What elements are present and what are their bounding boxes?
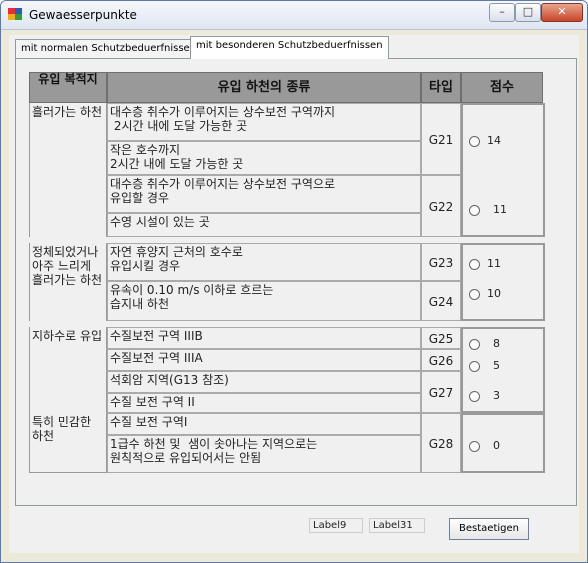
- tab-special[interactable]: mit besonderen Schutzbeduerfnissen: [190, 36, 389, 59]
- score-11b: 11: [487, 257, 501, 270]
- score-group-4: 0: [461, 413, 545, 473]
- radio-11b[interactable]: [469, 259, 480, 270]
- row-r4: 수영 시설이 있는 곳: [107, 213, 421, 237]
- radio-10[interactable]: [469, 289, 480, 300]
- code-g23: G23: [421, 243, 461, 281]
- score-8: 8: [493, 337, 500, 350]
- row-r1: 대수층 취수가 이루어지는 상수보전 구역까지 2시간 내에 도달 가능한 곳: [107, 103, 421, 141]
- score-14: 14: [487, 134, 501, 147]
- code-g28: G28: [421, 413, 461, 473]
- category-stagnant: 정체되었거나 아주 느리게 흘러가는 하천: [29, 243, 107, 321]
- score-group-2: 11 10: [461, 243, 545, 321]
- header-type: 유입 하천의 종류: [107, 72, 421, 103]
- confirm-button[interactable]: Bestaetigen: [449, 518, 529, 540]
- category-sensitive: 특히 민감한 하천: [29, 413, 107, 473]
- score-5: 5: [493, 359, 500, 372]
- row-r8: 수질보전 구역 IIIA: [107, 349, 421, 371]
- row-r5: 자연 휴양지 근처의 호수로 유입시킬 경우: [107, 243, 421, 281]
- code-g22: G22: [421, 175, 461, 237]
- score-group-3: 8 5 3: [461, 327, 545, 413]
- maximize-button[interactable]: □: [515, 3, 541, 22]
- score-0: 0: [493, 439, 500, 452]
- category-flowing: 흘러가는 하천: [29, 103, 107, 237]
- score-group-1: 14 11: [461, 103, 545, 237]
- tab-normal[interactable]: mit normalen Schutzbeduerfnissen: [15, 39, 203, 59]
- radio-11a[interactable]: [469, 205, 480, 216]
- row-r10: 수질 보전 구역 II: [107, 393, 421, 413]
- row-r12: 1급수 하천 및 샘이 솟아나는 지역으로는 원칙적으로 유입되어서는 안됨: [107, 435, 421, 473]
- radio-0[interactable]: [469, 441, 480, 452]
- category-groundwater: 지하수로 유입: [29, 327, 107, 413]
- row-r6: 유속이 0.10 m/s 이하로 흐르는 습지내 하천: [107, 281, 421, 321]
- score-table: 유입 복적지 유입 하천의 종류 타입 점수 흘러가는 하천 대수층 취수가 이…: [29, 72, 561, 473]
- code-g27: G27: [421, 371, 461, 413]
- score-3: 3: [493, 389, 500, 402]
- title-bar[interactable]: Gewaesserpunkte – □ ✕: [1, 1, 587, 30]
- label-31: Label31: [369, 518, 425, 533]
- header-score: 점수: [461, 72, 543, 103]
- main-window: Gewaesserpunkte – □ ✕ mit normalen Schut…: [0, 0, 588, 563]
- app-icon: [8, 8, 22, 20]
- row-r7: 수질보전 구역 IIIB: [107, 327, 421, 349]
- code-g26: G26: [421, 349, 461, 371]
- radio-14[interactable]: [469, 136, 480, 147]
- score-11a: 11: [493, 203, 507, 216]
- client-area: mit normalen Schutzbeduerfnissen mit bes…: [9, 35, 579, 553]
- radio-8[interactable]: [469, 339, 480, 350]
- minimize-button[interactable]: –: [489, 3, 515, 22]
- row-r2: 작은 호수까지 2시간 내에 도달 가능한 곳: [107, 141, 421, 175]
- label-9: Label9: [309, 518, 363, 533]
- header-source: 유입 복적지: [29, 72, 107, 103]
- row-r3: 대수층 취수가 이루어지는 상수보전 구역으로 유입할 경우: [107, 175, 421, 213]
- code-g24: G24: [421, 281, 461, 321]
- radio-5[interactable]: [469, 361, 480, 372]
- radio-3[interactable]: [469, 391, 480, 402]
- close-button[interactable]: ✕: [541, 3, 583, 22]
- code-g21: G21: [421, 103, 461, 175]
- code-g25: G25: [421, 327, 461, 349]
- header-code: 타입: [421, 72, 461, 103]
- window-title: Gewaesserpunkte: [29, 8, 137, 22]
- score-10: 10: [487, 287, 501, 300]
- row-r9: 석회암 지역(G13 참조): [107, 371, 421, 393]
- tab-panel: 유입 복적지 유입 하천의 종류 타입 점수 흘러가는 하천 대수층 취수가 이…: [15, 58, 577, 506]
- row-r11: 수질 보전 구역I: [107, 413, 421, 435]
